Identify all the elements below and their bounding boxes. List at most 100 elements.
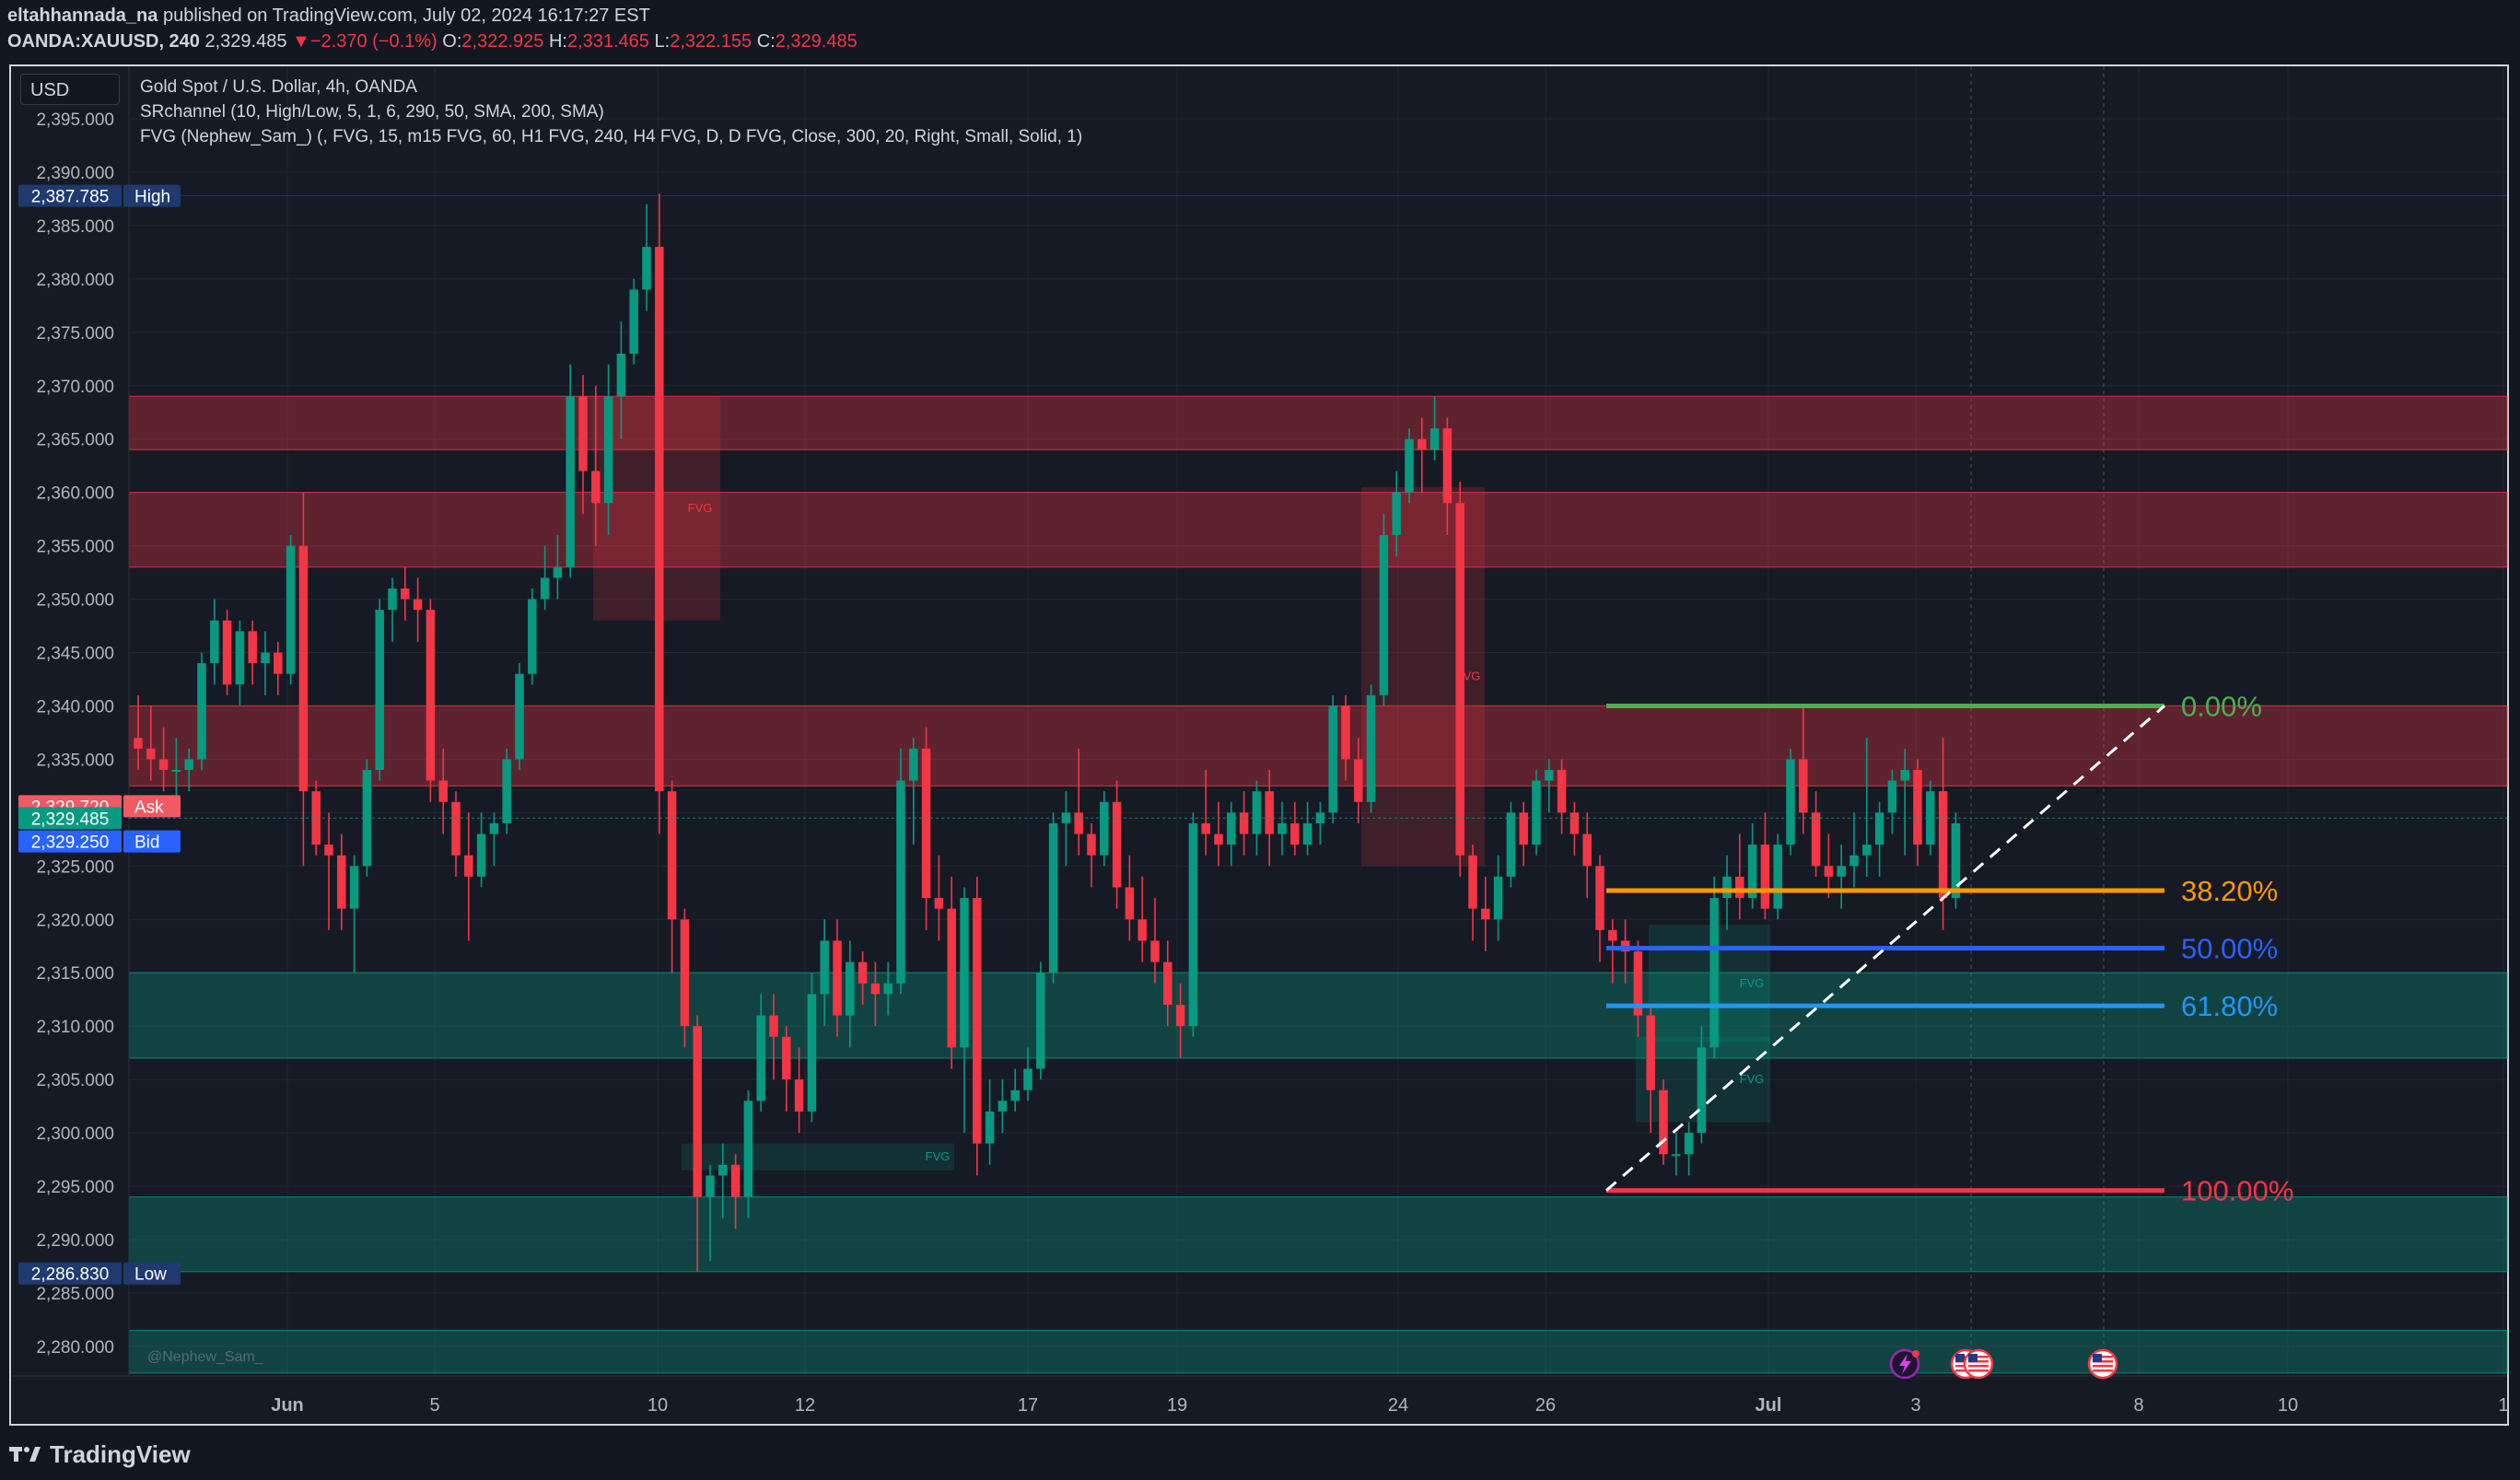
candle-up — [998, 1079, 1008, 1134]
fvg-label: FVG — [688, 501, 713, 515]
candle-up — [476, 812, 486, 888]
candle-body — [578, 396, 588, 472]
high-tag-value: 2,387.785 — [31, 188, 110, 207]
candle-body — [261, 652, 270, 664]
candle-body — [1341, 705, 1350, 760]
fib-level-label: 50.00% — [2181, 933, 2278, 965]
candle-body — [591, 471, 601, 504]
candle-up — [896, 748, 905, 995]
sr-zones — [128, 395, 2508, 1374]
price-axis-label: 2,305.000 — [36, 1071, 114, 1090]
candle-down — [1125, 855, 1135, 941]
candle-up — [502, 748, 511, 834]
candle-down — [655, 193, 664, 834]
candle-body — [337, 855, 346, 909]
candle-up — [210, 599, 219, 685]
candle-body — [1227, 812, 1236, 845]
candle-body — [718, 1164, 728, 1176]
legend-indicator-fvg[interactable]: FVG (Nephew_Sam_) (, FVG, 15, m15 FVG, 6… — [140, 127, 1082, 147]
time-axis-label: 26 — [1535, 1395, 1556, 1416]
candle-up — [349, 855, 359, 973]
last-tag: 2,329.485 — [18, 807, 122, 830]
candle-down — [1659, 1079, 1668, 1165]
candle-up — [489, 812, 499, 867]
candle-body — [1773, 845, 1782, 909]
candle-body — [1138, 919, 1147, 941]
candle-up — [1302, 801, 1312, 856]
price-axis: 2,280.000 2,285.000 2,290.000 2,295.000 2,30… — [36, 66, 130, 1376]
candle-up — [1036, 961, 1045, 1080]
candle-body — [642, 247, 651, 290]
candle-body — [210, 620, 219, 664]
candle-body — [1036, 973, 1045, 1069]
candle-body — [1900, 769, 1909, 781]
candle-down — [324, 812, 333, 930]
candle-body — [426, 610, 436, 781]
footer — [0, 1433, 2520, 1480]
price-axis-label: 2,340.000 — [36, 697, 114, 717]
price-chart[interactable]: FVGFVGFVGFVGFVG 0.00%38.20%50.00%61.80%1… — [0, 0, 2520, 1480]
candle-down — [248, 620, 257, 685]
candle-body — [1163, 961, 1172, 1005]
candle-body — [706, 1175, 715, 1197]
candle-body — [1913, 769, 1922, 845]
candle-up — [375, 599, 384, 781]
candle-body — [1442, 428, 1452, 504]
candle-down — [1290, 801, 1300, 856]
candle-body — [1125, 887, 1135, 920]
candle-up — [1532, 769, 1541, 856]
candle-up — [985, 1079, 995, 1165]
candle-body — [1811, 812, 1821, 867]
candle-body — [960, 898, 969, 1048]
watermark: @Nephew_Sam_ — [147, 1349, 264, 1365]
currency-button[interactable]: USD — [20, 74, 120, 105]
price-axis-label: 2,345.000 — [36, 645, 114, 664]
candle-down — [1239, 791, 1249, 856]
candle-up — [528, 588, 537, 685]
candle-down — [1595, 855, 1604, 962]
candle-up — [1837, 845, 1846, 909]
candle-body — [1569, 812, 1580, 834]
legend-title: Gold Spot / U.S. Dollar, 4h, OANDA — [140, 77, 417, 97]
time-axis-label: 10 — [648, 1395, 668, 1416]
candle-up — [1786, 748, 1795, 856]
candle-body — [222, 620, 232, 685]
candle-body — [1392, 492, 1401, 536]
candle-body — [1418, 438, 1427, 450]
candle-down — [1913, 759, 1922, 867]
candle-body — [1786, 759, 1795, 845]
candle-up — [1227, 801, 1236, 867]
candle-body — [1760, 845, 1770, 909]
candle-body — [235, 631, 245, 685]
candle-up — [1278, 801, 1287, 856]
candle-up — [566, 364, 575, 578]
ask-tag-label: Ask — [134, 798, 164, 817]
fvg-label: FVG — [926, 1149, 951, 1163]
price-axis-label: 2,325.000 — [36, 857, 114, 877]
legend-indicator-srchannel[interactable]: SRchannel (10, High/Low, 5, 1, 6, 290, 5… — [140, 102, 604, 122]
candle-body — [985, 1111, 995, 1144]
candle-body — [1468, 855, 1477, 909]
tradingview-logo[interactable]: TradingView — [9, 1439, 191, 1470]
time-axis-label: 3 — [1910, 1395, 1920, 1416]
candle-body — [413, 599, 423, 611]
candle-body — [846, 961, 855, 1016]
lightning-event-icon — [1889, 1348, 1920, 1380]
candle-body — [1188, 822, 1198, 1027]
candle-body — [921, 748, 931, 899]
candle-down — [1150, 898, 1160, 984]
candle-body — [1214, 833, 1223, 845]
candle-body — [1354, 759, 1363, 802]
candle-body — [730, 1164, 741, 1197]
candle-body — [528, 599, 537, 674]
price-axis-label: 2,370.000 — [36, 378, 114, 397]
candle-down — [426, 599, 436, 802]
candle-up — [515, 663, 524, 770]
price-axis-label: 2,390.000 — [36, 164, 114, 183]
candle-down — [222, 610, 232, 695]
candle-up — [1100, 791, 1109, 867]
candle-body — [1595, 866, 1604, 930]
candle-body — [464, 855, 473, 877]
candle-body — [134, 738, 143, 749]
candle-down — [298, 492, 309, 867]
